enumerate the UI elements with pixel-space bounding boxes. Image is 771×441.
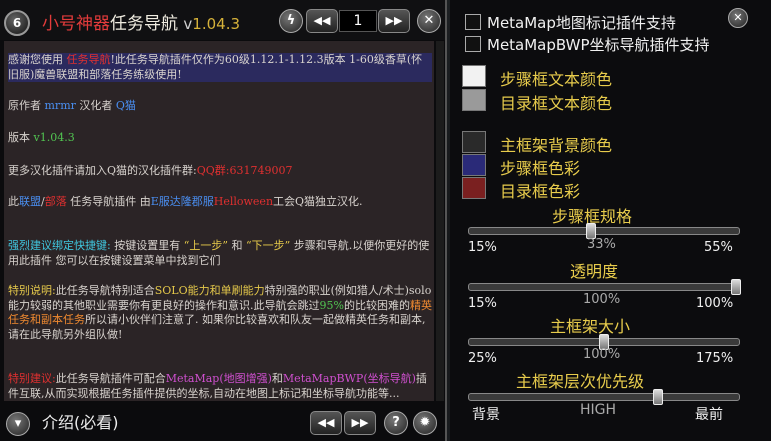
step-text-color-swatch[interactable] <box>462 65 486 87</box>
gear-icon[interactable]: ✹ <box>413 411 437 435</box>
opacity-track[interactable] <box>468 283 740 291</box>
faction-text-c: 工会Q猫独立汉化. <box>273 195 363 208</box>
options-panel: ✕ MetaMap地图标记插件支持 MetaMapBWP坐标导航插件支持 步骤框… <box>450 0 771 441</box>
join-line: 更多汉化插件请加入Q猫的汉化插件群:QQ群:631749007 <box>8 164 432 179</box>
suggest-metamapbwp: MetaMapBWP(坐标导航) <box>282 372 416 385</box>
suggest-metamap: MetaMap(地图增强) <box>165 372 272 385</box>
frame-scale-max: 175% <box>696 351 734 366</box>
suggest-paragraph: 特别建议:此任务导航插件可配合MetaMap(地图增强)和MetaMapBWP(… <box>8 372 432 401</box>
frame-bg-color-label: 主框架背景颜色 <box>500 136 613 155</box>
title-part-v: v <box>183 15 193 33</box>
translator-label: 汉化者 <box>79 99 116 112</box>
step-frame-size-value: 33% <box>587 237 616 252</box>
metamapbwp-checkbox-label: MetaMapBWP坐标导航插件支持 <box>487 36 710 54</box>
intro-text-a: 感谢您使用 <box>8 53 67 66</box>
special-text-a: 此任务导航特别适合 <box>55 284 155 297</box>
chevron-down-icon[interactable]: ▾ <box>6 412 30 436</box>
step-number-badge[interactable]: 6 <box>4 10 30 36</box>
toc-text-color-label: 目录框文本颜色 <box>500 94 613 113</box>
help-icon[interactable]: ? <box>384 411 408 435</box>
frame-scale-title: 主框架大小 <box>550 317 631 336</box>
special-text-d: 的比较困难的 <box>343 298 410 312</box>
frame-strata-thumb[interactable] <box>653 389 663 405</box>
special-note-paragraph: 特别说明:此任务导航特别适合SOLO能力和单刷能力特别强的职业(例如猎人/术士)… <box>8 284 432 342</box>
step-text-color-label: 步骤框文本颜色 <box>500 70 613 89</box>
faction-text-a: 此 <box>8 195 19 208</box>
suggest-heading: 特别建议: <box>8 372 56 385</box>
bottom-bar: ▾ 介绍(必看) ◀◀ ▶▶ ? ✹ <box>0 405 445 441</box>
title-part-red: 小号神器 <box>42 14 110 34</box>
opacity-value: 100% <box>583 292 621 307</box>
frame-strata-min: 背景 <box>472 407 500 423</box>
guild-name: Helloween <box>213 195 274 208</box>
faction-text-b: 任务导航插件 由 <box>66 195 151 208</box>
step-frame-size-min: 15% <box>468 240 497 255</box>
qq-group: QQ群:631749007 <box>196 164 293 177</box>
special-percent: 95% <box>319 298 344 312</box>
step-frame-size-max: 55% <box>704 240 733 255</box>
metamapbwp-checkbox[interactable] <box>465 36 481 52</box>
metamap-checkbox-label: MetaMap地图标记插件支持 <box>487 14 676 32</box>
frame-strata-value: HIGH <box>580 402 617 418</box>
title-part-white: 任务导航 <box>110 14 178 34</box>
author-label: 原作者 <box>8 99 45 112</box>
frame-strata-title: 主框架层次优先级 <box>516 372 645 391</box>
toc-text-color-swatch[interactable] <box>462 89 486 111</box>
options-close-icon[interactable]: ✕ <box>728 8 748 28</box>
keybind-next: “下一步” <box>245 239 291 252</box>
title-version: 1.04.3 <box>192 15 241 33</box>
intro-highlight: 任务导航 <box>66 53 111 66</box>
opacity-thumb[interactable] <box>731 279 742 295</box>
close-icon[interactable]: ✕ <box>417 9 441 33</box>
faction-line: 此联盟/部落 任务导航插件 由E服达隆郡服Helloween工会Q猫独立汉化. <box>8 195 432 210</box>
frame-strata-track[interactable] <box>468 393 740 401</box>
previous-step-button[interactable]: ◀◀ <box>310 411 342 435</box>
suggest-text-a: 此任务导航插件可配合 <box>55 372 166 385</box>
suggest-and: 和 <box>271 372 283 385</box>
special-text-b: 特别强的职业(例如猎人/术士) <box>264 284 409 297</box>
window-title: 小号神器任务导航 v1.04.3 <box>42 9 240 34</box>
previous-page-button[interactable]: ◀◀ <box>306 9 338 33</box>
keybind-prev: “上一步” <box>183 239 228 252</box>
version-label: 版本 <box>8 131 34 144</box>
join-text: 更多汉化插件请加入Q猫的汉化插件群: <box>8 164 197 177</box>
author-name: mrmr <box>44 99 76 112</box>
toc-frame-color-swatch[interactable] <box>462 177 486 199</box>
author-line: 原作者 mrmr 汉化者 Q猫 <box>8 99 432 114</box>
keybind-heading: 强烈建议绑定快捷键: <box>8 239 111 252</box>
frame-scale-value: 100% <box>583 347 621 362</box>
translator-name: Q猫 <box>115 99 136 112</box>
server-name: E服达隆郡服 <box>150 195 214 208</box>
content-scrollbar[interactable] <box>436 41 444 401</box>
quest-guide-window: 6 小号神器任务导航 v1.04.3 ϟ ◀◀ 1 ▶▶ ✕ 感谢您使用 任务导… <box>0 0 447 441</box>
keybind-and: 和 <box>227 239 246 252</box>
keybind-paragraph: 强烈建议绑定快捷键: 按键设置里有 “上一步” 和 “下一步” 步骤和导航.以便… <box>8 239 432 268</box>
title-bar[interactable]: 6 小号神器任务导航 v1.04.3 ϟ ◀◀ 1 ▶▶ ✕ <box>0 0 445 40</box>
toc-frame-color-label: 目录框色彩 <box>500 182 581 201</box>
metamap-checkbox[interactable] <box>465 14 481 30</box>
frame-bg-color-swatch[interactable] <box>462 131 486 153</box>
frame-strata-max: 最前 <box>695 407 723 423</box>
step-frame-color-swatch[interactable] <box>462 154 486 176</box>
opacity-title: 透明度 <box>570 262 619 281</box>
version-line: 版本 v1.04.3 <box>8 131 432 146</box>
alliance-label: 联盟 <box>19 195 41 208</box>
step-list-label[interactable]: 介绍(必看) <box>42 409 119 433</box>
special-heading: 特别说明: <box>8 284 56 297</box>
intro-content: 感谢您使用 任务导航!此任务导航插件仅作为60级1.12.1-1.12.3版本 … <box>4 41 434 401</box>
page-number: 1 <box>339 10 377 32</box>
horde-label: 部落 <box>44 195 67 208</box>
frame-scale-min: 25% <box>468 351 497 366</box>
opacity-max: 100% <box>696 296 734 311</box>
version-value: v1.04.3 <box>33 131 75 144</box>
lightning-icon[interactable]: ϟ <box>279 9 303 33</box>
special-solo: SOLO能力和单刷能力 <box>154 284 265 297</box>
next-step-button[interactable]: ▶▶ <box>344 411 376 435</box>
next-page-button[interactable]: ▶▶ <box>378 9 410 33</box>
intro-paragraph: 感谢您使用 任务导航!此任务导航插件仅作为60级1.12.1-1.12.3版本 … <box>8 53 432 82</box>
step-frame-color-label: 步骤框色彩 <box>500 159 581 178</box>
opacity-min: 15% <box>468 296 497 311</box>
keybind-text-a: 按键设置里有 <box>110 239 184 252</box>
step-frame-size-track[interactable] <box>468 227 740 235</box>
